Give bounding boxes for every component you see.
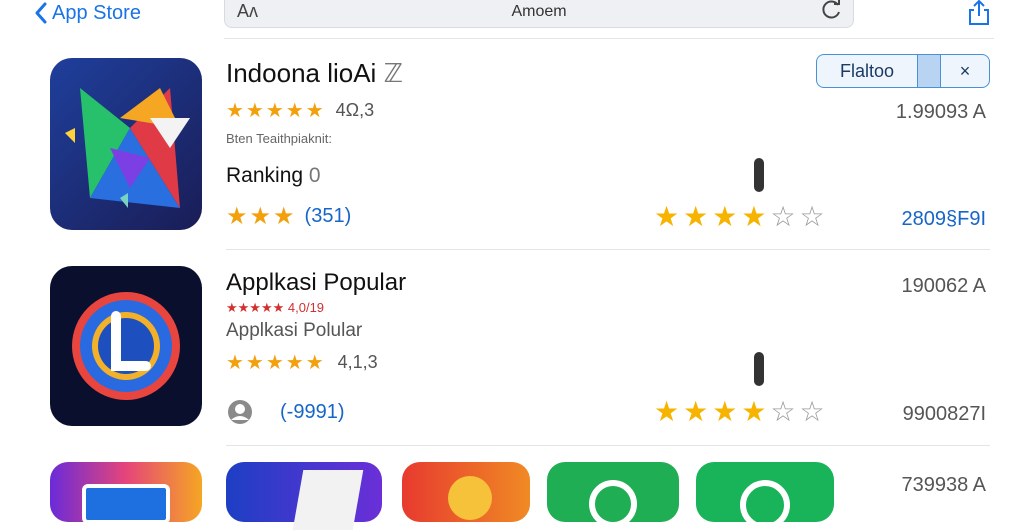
star-icon[interactable]: ★ xyxy=(683,398,708,426)
star-icon[interactable]: ★ xyxy=(712,398,737,426)
download-count: 9900827I xyxy=(902,403,986,425)
search-bar[interactable]: Aʌ Amoem xyxy=(224,0,854,28)
slider-handle[interactable] xyxy=(754,352,764,386)
size-value: 1.99093 A xyxy=(895,101,986,123)
download-count[interactable]: 2809§F9I xyxy=(840,208,986,231)
star-outline-icon[interactable]: ☆ xyxy=(770,398,795,426)
ranking-label: Ranking xyxy=(226,164,304,187)
app-tile-1[interactable] xyxy=(226,462,382,530)
app-title-extra: ℤ xyxy=(383,58,403,88)
star-outline-icon[interactable]: ☆ xyxy=(800,398,825,426)
app-subtitle: Bten Teaithpiaknit: xyxy=(226,131,332,146)
red-rating-text: ★★★★★ 4,0/19 xyxy=(226,300,325,315)
app-icon-popular[interactable] xyxy=(50,266,202,426)
divider xyxy=(226,249,990,250)
segment-label[interactable]: Flaltoo xyxy=(817,55,917,87)
star-icon[interactable]: ★ xyxy=(741,203,766,231)
ranking-value: 0 xyxy=(308,164,321,187)
star-icon[interactable]: ★ xyxy=(683,203,708,231)
tile-graphic xyxy=(292,470,364,530)
star-outline-icon[interactable]: ☆ xyxy=(770,203,795,231)
app-title[interactable]: Indoona lioAi ℤ xyxy=(226,58,403,89)
refresh-icon[interactable] xyxy=(821,0,843,21)
rating-value: 4Ω,3 xyxy=(335,100,375,120)
rating-summary: ★★★★★ 4Ω,3 xyxy=(226,98,374,123)
app-title[interactable]: Applkasi Popular xyxy=(226,269,406,297)
app-title-text: Indoona lioAi xyxy=(226,58,377,88)
star-icon[interactable]: ★ xyxy=(741,398,766,426)
back-label: App Store xyxy=(52,1,141,24)
bird-icon xyxy=(448,476,492,520)
window-icon xyxy=(82,484,170,524)
review-row: (-9991) xyxy=(226,398,344,426)
segmented-control[interactable]: Flaltoo × xyxy=(816,54,990,88)
user-avatar-icon[interactable] xyxy=(226,398,254,426)
review-count[interactable]: (-9991) xyxy=(280,401,344,424)
size-value: 190062 A xyxy=(901,275,986,297)
size-value: 739938 A xyxy=(901,474,986,496)
app-logo-icon xyxy=(72,292,180,400)
star-icon[interactable]: ★ xyxy=(654,398,679,426)
search-query-text: Amoem xyxy=(511,3,567,20)
app-icon-third[interactable] xyxy=(50,462,202,524)
share-icon[interactable] xyxy=(966,0,992,26)
divider xyxy=(226,445,990,446)
rating-value: 4,1,3 xyxy=(337,352,378,372)
slider-handle[interactable] xyxy=(754,158,764,192)
close-icon[interactable]: × xyxy=(941,55,989,87)
phone-icon xyxy=(740,480,790,530)
ranking-row: Ranking 0 xyxy=(226,164,321,188)
chevron-left-icon xyxy=(35,2,47,24)
app-subtitle: Applkasi Polular xyxy=(226,320,363,341)
app-logo-icon xyxy=(65,88,190,208)
review-row: ★★★ (351) xyxy=(226,202,351,231)
star-icon[interactable]: ★ xyxy=(654,203,679,231)
user-star-rating[interactable]: ★ ★ ★ ★ ☆ ☆ xyxy=(654,203,825,231)
chat-icon xyxy=(589,480,637,528)
star-outline-icon[interactable]: ☆ xyxy=(800,203,825,231)
divider xyxy=(224,38,994,39)
review-count[interactable]: (351) xyxy=(305,205,352,228)
app-icon-indoona[interactable] xyxy=(50,58,202,230)
rating-summary: ★★★★★ 4,1,3 xyxy=(226,350,378,375)
app-tile-3[interactable] xyxy=(547,462,679,528)
segment-divider xyxy=(917,55,941,87)
star-icon[interactable]: ★ xyxy=(712,203,737,231)
star-rating-icon: ★★★★★ xyxy=(226,100,326,122)
star-rating-icon: ★★★ xyxy=(226,203,297,230)
star-rating-icon: ★★★★★ xyxy=(226,352,326,374)
back-button[interactable]: App Store xyxy=(34,0,141,26)
app-tile-4[interactable] xyxy=(696,462,834,530)
app-tile-2[interactable] xyxy=(402,462,530,522)
user-star-rating[interactable]: ★ ★ ★ ★ ☆ ☆ xyxy=(654,398,825,426)
